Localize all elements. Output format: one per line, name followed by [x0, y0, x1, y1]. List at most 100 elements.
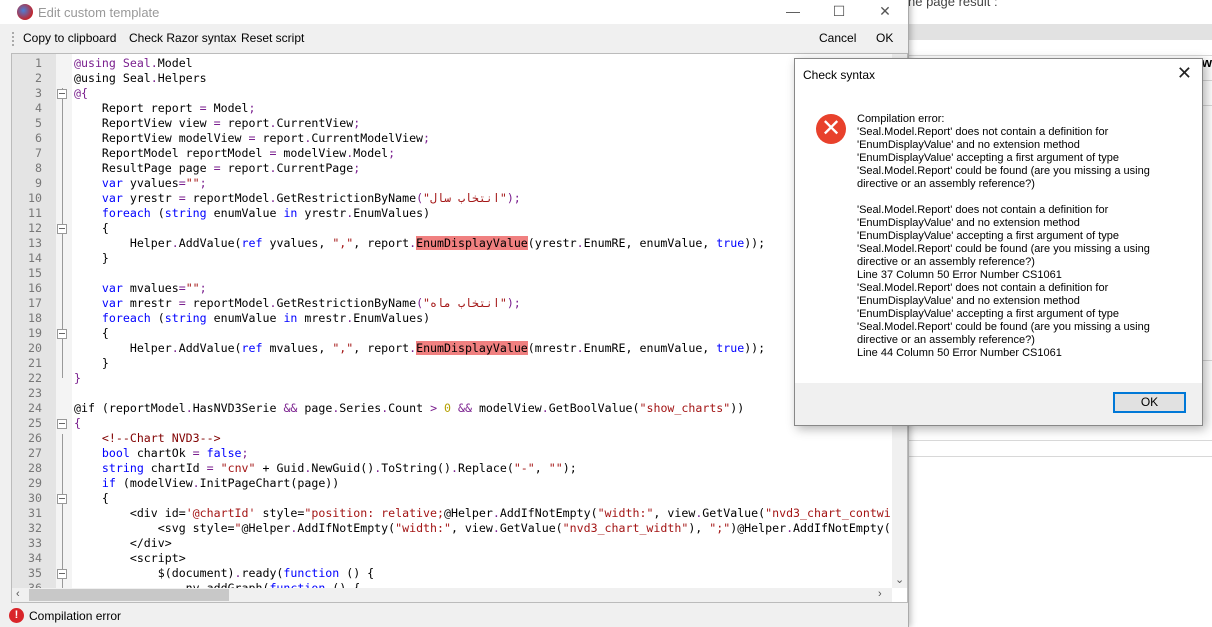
fold-collapse-icon[interactable] — [57, 89, 67, 99]
copy-to-clipboard-button[interactable]: Copy to clipboard — [23, 31, 116, 45]
fold-collapse-icon[interactable] — [57, 224, 67, 234]
code-token: ( — [150, 206, 165, 220]
code-token: "width:" — [395, 521, 451, 535]
line-number: 8 — [35, 161, 42, 175]
fold-collapse-icon[interactable] — [57, 419, 67, 429]
code-editor[interactable]: 1 @using Seal.Model 2 @using Seal.Helpers 3 @… — [11, 53, 908, 603]
minimize-button[interactable]: — — [770, 0, 816, 24]
code-token: . — [492, 521, 500, 535]
code-text[interactable]: Helper.AddValue(ref mvalues, ",", report… — [74, 341, 765, 356]
code-token: var — [101, 281, 123, 295]
code-token: yrestr — [122, 191, 179, 205]
code-token: . — [451, 461, 458, 475]
ok-button[interactable]: OK — [876, 31, 893, 45]
code-text[interactable]: <!--Chart NVD3--> — [74, 431, 221, 446]
code-text[interactable]: } — [74, 251, 109, 266]
code-text[interactable]: } — [74, 371, 81, 386]
code-token: ; — [199, 176, 207, 190]
code-text[interactable]: var mvalues=""; — [74, 281, 207, 296]
dialog-footer: OK — [795, 383, 1202, 425]
line-number: 12 — [28, 221, 42, 235]
dialog-ok-button[interactable]: OK — [1113, 392, 1186, 413]
code-text[interactable]: Report report = Model; — [74, 101, 256, 116]
code-text[interactable]: { — [74, 416, 81, 431]
code-token: if — [101, 476, 116, 490]
reset-script-button[interactable]: Reset script — [241, 31, 304, 45]
line-number: 19 — [28, 326, 42, 340]
code-token: AddValue( — [178, 341, 242, 355]
code-text[interactable]: bool chartOk = false; — [74, 446, 249, 461]
code-token: . — [150, 71, 158, 85]
horizontal-scrollbar[interactable]: ‹ › — [12, 588, 892, 602]
code-token: yvalues — [122, 176, 179, 190]
code-token: (yrestr — [527, 236, 577, 250]
code-text[interactable]: ReportModel reportModel = modelView.Mode… — [74, 146, 395, 161]
error-icon: ✕ — [816, 114, 846, 144]
horizontal-scroll-thumb[interactable] — [29, 589, 229, 601]
code-token: { — [74, 416, 81, 430]
scroll-down-arrow-icon[interactable]: ⌄ — [895, 573, 904, 586]
code-text[interactable]: @using Seal.Helpers — [74, 71, 207, 86]
code-text[interactable]: <div id='@chartId' style="position: rela… — [74, 506, 891, 521]
code-token: ReportView view — [74, 116, 214, 130]
maximize-button[interactable]: ☐ — [816, 0, 862, 24]
toolbar-grip[interactable] — [12, 32, 16, 46]
code-text[interactable]: ReportView view = report.CurrentView; — [74, 116, 360, 131]
code-token: true — [716, 236, 745, 250]
divider — [908, 440, 1212, 441]
code-text[interactable]: foreach (string enumValue in yrestr.Enum… — [74, 206, 430, 221]
code-token: } — [74, 356, 109, 370]
code-text[interactable]: @using Seal.Model — [74, 56, 193, 71]
code-token: @Helper — [443, 506, 493, 520]
code-token: = — [178, 296, 186, 310]
code-text[interactable]: @if (reportModel.HasNVD3Serie && page.Se… — [74, 401, 744, 416]
code-token: @Helper — [241, 521, 291, 535]
line-number: 16 — [28, 281, 42, 295]
code-text[interactable]: } — [74, 356, 109, 371]
code-text[interactable]: @{ — [74, 86, 88, 101]
scroll-left-arrow-icon[interactable]: ‹ — [16, 588, 20, 600]
code-text[interactable]: $(document).ready(function () { — [74, 566, 374, 581]
code-token: var — [101, 191, 123, 205]
code-text[interactable]: ReportView modelView = report.CurrentMod… — [74, 131, 430, 146]
code-text[interactable]: if (modelView.InitPageChart(page)) — [74, 476, 339, 491]
code-text[interactable]: <script> — [74, 551, 186, 566]
fold-collapse-icon[interactable] — [57, 569, 67, 579]
code-token: <!--Chart NVD3--> — [101, 431, 221, 445]
code-text[interactable]: <svg style="@Helper.AddIfNotEmpty("width… — [74, 521, 891, 536]
code-token: enumValue — [206, 206, 284, 220]
code-text[interactable]: ResultPage page = report.CurrentPage; — [74, 161, 360, 176]
window-title: Edit custom template — [38, 5, 160, 20]
check-razor-syntax-button[interactable]: Check Razor syntax — [129, 31, 236, 45]
code-text[interactable]: { — [74, 326, 109, 341]
code-text[interactable]: string chartId = "cnv" + Guid.NewGuid().… — [74, 461, 577, 476]
fold-collapse-icon[interactable] — [57, 329, 67, 339]
code-text[interactable]: Helper.AddValue(ref yvalues, ",", report… — [74, 236, 765, 251]
code-token: ( — [416, 296, 424, 310]
code-token: yrestr — [297, 206, 347, 220]
code-token: = — [213, 161, 221, 175]
code-text[interactable]: { — [74, 491, 109, 506]
code-text[interactable]: var mrestr = reportModel.GetRestrictionB… — [74, 296, 521, 311]
code-token: , report — [353, 236, 410, 250]
code-token: AddIfNotEmpty( — [297, 521, 396, 535]
code-token: reportModel — [185, 191, 270, 205]
scroll-right-arrow-icon[interactable]: › — [878, 588, 882, 600]
code-token: "width:" — [597, 506, 654, 520]
code-text[interactable]: var yrestr = reportModel.GetRestrictionB… — [74, 191, 521, 206]
code-text[interactable]: { — [74, 221, 109, 236]
code-token: Report report — [74, 101, 200, 115]
code-text[interactable]: var yvalues=""; — [74, 176, 207, 191]
code-token: @using Seal — [74, 56, 151, 70]
code-text[interactable]: </div> — [74, 536, 172, 551]
fold-collapse-icon[interactable] — [57, 494, 67, 504]
code-token: ); — [506, 296, 521, 310]
code-token: ), — [688, 521, 710, 535]
code-token: ; — [353, 161, 361, 175]
code-text[interactable]: foreach (string enumValue in mrestr.Enum… — [74, 311, 430, 326]
dialog-close-button[interactable]: ✕ — [1177, 63, 1192, 84]
close-button[interactable]: ✕ — [862, 0, 908, 24]
cancel-button[interactable]: Cancel — [819, 31, 856, 45]
